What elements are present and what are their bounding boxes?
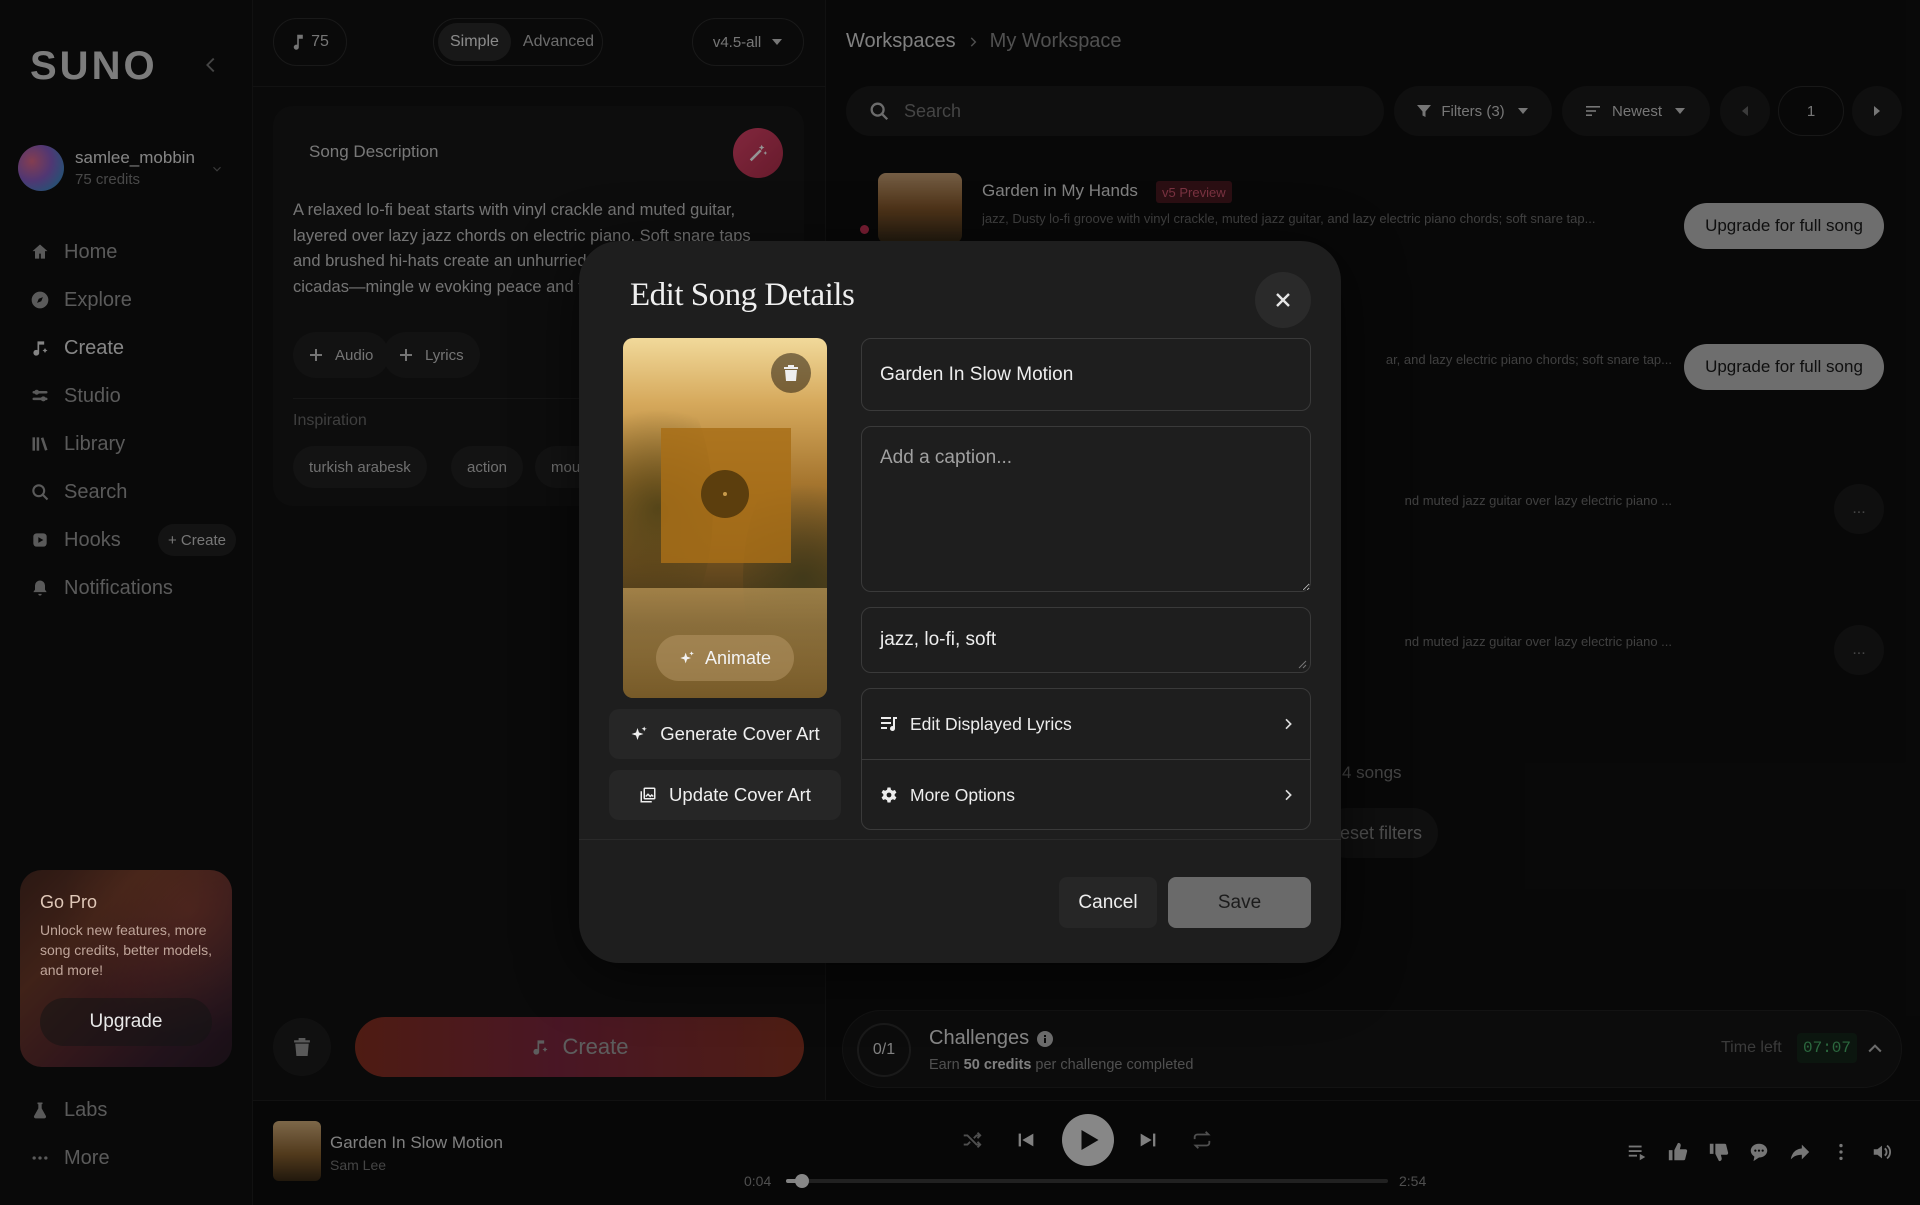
resize-handle-icon[interactable]: [1298, 660, 1307, 669]
more-options-label: More Options: [910, 784, 1016, 805]
sparkle-icon: [679, 650, 695, 666]
save-button[interactable]: Save: [1168, 877, 1311, 928]
close-button[interactable]: [1255, 272, 1311, 328]
update-cover-art-label: Update Cover Art: [669, 784, 811, 805]
style-tags-input[interactable]: jazz, lo-fi, soft: [861, 607, 1311, 673]
modal-title: Edit Song Details: [630, 277, 855, 313]
cover-art[interactable]: Animate: [623, 338, 827, 698]
animate-button[interactable]: Animate: [656, 635, 794, 681]
gear-icon: [880, 786, 898, 804]
edit-displayed-lyrics-row[interactable]: Edit Displayed Lyrics: [862, 689, 1310, 759]
song-options-list: Edit Displayed Lyrics More Options: [861, 688, 1311, 830]
chevron-right-icon: [1280, 716, 1296, 732]
generate-cover-art-label: Generate Cover Art: [660, 723, 820, 744]
sparkle-icon: [630, 725, 648, 743]
caption-textarea[interactable]: [861, 426, 1311, 592]
upgrade-button[interactable]: Upgrade: [40, 998, 212, 1046]
cover-art-disc: [701, 470, 749, 518]
style-tags-value: jazz, lo-fi, soft: [880, 629, 997, 650]
edit-displayed-lyrics-label: Edit Displayed Lyrics: [910, 713, 1072, 734]
divider: [579, 839, 1341, 840]
song-title-input[interactable]: Garden In Slow Motion: [861, 338, 1311, 411]
cancel-button[interactable]: Cancel: [1059, 877, 1157, 928]
go-pro-title: Go Pro: [40, 892, 98, 912]
go-pro-text: Unlock new features, more song credits, …: [40, 922, 212, 978]
generate-cover-art-button[interactable]: Generate Cover Art: [609, 709, 841, 759]
edit-song-details-modal: Edit Song Details Animate Generate Cover…: [579, 241, 1341, 963]
more-options-row[interactable]: More Options: [862, 760, 1310, 829]
delete-cover-button[interactable]: [771, 353, 811, 393]
chevron-right-icon: [1280, 787, 1296, 803]
animate-label: Animate: [704, 647, 772, 668]
image-stack-icon: [639, 786, 657, 804]
lyrics-icon: [880, 715, 898, 733]
update-cover-art-button[interactable]: Update Cover Art: [609, 770, 841, 820]
